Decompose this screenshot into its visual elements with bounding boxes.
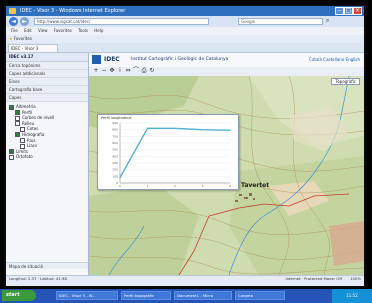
taskbar-item[interactable]: Carpeta	[235, 291, 285, 300]
chart-x-tick: 2	[174, 184, 176, 188]
address-input[interactable]: http://www.sigcat.cat/idec/	[34, 18, 209, 25]
taskbar: start IDEC - Visor 3 - W... Perfil topog…	[0, 289, 372, 303]
layer-tree: Altimetria Perfil Corbes de nivell Relle…	[6, 102, 88, 160]
chart-series-line	[119, 127, 231, 179]
browser-icon	[9, 8, 16, 14]
chart-y-tick: 700	[112, 134, 118, 138]
sidebar-section-layers[interactable]: Capes	[6, 94, 88, 102]
sidebar-section-tools[interactable]: Eines	[6, 78, 88, 86]
app-subtitle: Institut Cartogràfic i Geològic de Catal…	[131, 57, 229, 62]
menu-bar: File Edit View Favorites Tools Help	[6, 27, 364, 35]
forward-button[interactable]: ►	[20, 17, 29, 26]
language-links[interactable]: Català Castellano English	[309, 57, 360, 62]
chart-x-tick: 3	[202, 184, 204, 188]
zoom-level[interactable]: 100%	[350, 276, 361, 281]
status-right: Internet · Protected Mode: Off	[285, 276, 342, 281]
chart-y-tick: 900	[112, 121, 118, 125]
window-titlebar: IDEC - Visor 3 - Windows Internet Explor…	[6, 6, 364, 16]
print-icon[interactable]: ⎙	[141, 68, 147, 74]
search-icon[interactable]: ⌕	[326, 17, 329, 25]
measure-icon[interactable]: ⇔	[125, 68, 131, 74]
sidebar-section-search[interactable]: Cerca topònims	[6, 62, 88, 70]
menu-view[interactable]: View	[38, 28, 48, 33]
map-view[interactable]: Tavertet Topogràfic Perfil longitudinal …	[89, 76, 364, 275]
menu-tools[interactable]: Tools	[78, 28, 88, 33]
chart-x-tick: 0	[119, 184, 121, 188]
app-title: IDEC	[104, 56, 120, 63]
menu-help[interactable]: Help	[94, 28, 103, 33]
status-left: Longitud: 2.37 · Latitud: 41.98	[9, 276, 67, 281]
chart-x-tick: 1	[147, 184, 149, 188]
chart-axes	[119, 123, 230, 184]
profile-icon[interactable]: ⌒	[133, 68, 139, 74]
search-input[interactable]: Google	[238, 18, 323, 25]
tab-bar: IDEC - Visor 3 Page ▾ Safety ▾ Tools ▾	[6, 43, 364, 87]
layers-sidebar: IDEC v3.17 Cerca topònims Capes addicion…	[6, 53, 89, 275]
chart-point	[229, 129, 231, 131]
profile-chart-window[interactable]: Perfil longitudinal 0 100 200 300 400 500 600 7…	[97, 114, 239, 190]
sidebar-section-base[interactable]: Cartografia base	[6, 86, 88, 94]
favorites-button[interactable]: Favorites	[14, 36, 32, 41]
idec-logo	[92, 55, 101, 64]
start-button[interactable]: start	[2, 290, 36, 301]
checkbox[interactable]	[9, 104, 14, 110]
chart-y-tick: 400	[112, 154, 118, 158]
window-title: IDEC - Visor 3 - Windows Internet Explor…	[20, 8, 126, 14]
sidebar-section-extra-layers[interactable]: Capes addicionals	[6, 70, 88, 78]
checkbox[interactable]	[15, 132, 20, 138]
chart-point	[174, 127, 176, 129]
system-tray-clock: 11:52	[332, 289, 372, 303]
chart-y-tick: 600	[112, 141, 118, 145]
checkbox[interactable]	[9, 154, 14, 160]
refresh-icon[interactable]: ↻	[149, 68, 155, 74]
close-button[interactable]: ×	[353, 7, 362, 15]
chart-y-tick: 0	[116, 181, 118, 185]
star-icon[interactable]: ★	[9, 36, 13, 41]
profile-chart: 01002003004005006007008009000 1 2 3 4	[112, 121, 231, 188]
chart-x-tick: 4	[229, 184, 231, 188]
chart-y-tick: 300	[112, 161, 118, 165]
taskbar-item[interactable]: Document1 - Micro	[174, 291, 232, 300]
zoom-out-icon[interactable]: −	[101, 68, 107, 74]
maximize-button[interactable]: □	[344, 7, 353, 15]
chart-y-tick: 500	[112, 148, 118, 152]
sidebar-bottom-panel[interactable]: Mapa de situació	[6, 262, 88, 269]
menu-edit[interactable]: Edit	[24, 28, 32, 33]
tab-idec[interactable]: IDEC - Visor 3	[8, 44, 58, 52]
info-icon[interactable]: i	[117, 68, 123, 74]
chart-point	[201, 129, 204, 131]
chart-point	[119, 177, 121, 179]
favorites-bar: ★ Favorites	[6, 35, 364, 43]
checkbox[interactable]	[15, 115, 20, 121]
chart-y-tick: 200	[112, 168, 118, 172]
base-map-button[interactable]: Topogràfic	[331, 78, 360, 85]
browser-window: IDEC - Visor 3 - Windows Internet Explor…	[6, 6, 364, 286]
taskbar-item[interactable]: IDEC - Visor 3 - W...	[56, 291, 118, 300]
zoom-in-icon[interactable]: +	[93, 68, 99, 74]
chart-title: Perfil longitudinal	[101, 116, 132, 120]
menu-favorites[interactable]: Favorites	[54, 28, 72, 33]
minimize-button[interactable]: –	[335, 7, 344, 15]
map-place-label: Tavertet	[241, 182, 270, 189]
chart-point	[146, 127, 149, 129]
taskbar-item[interactable]: Perfil topogràfic	[121, 291, 171, 300]
address-bar-row: ◄ ► http://www.sigcat.cat/idec/ Google ⌕	[6, 16, 364, 27]
chart-y-tick: 100	[112, 174, 118, 178]
back-button[interactable]: ◄	[9, 17, 18, 26]
tree-item[interactable]: Ortofoto	[9, 154, 88, 160]
status-bar: Longitud: 2.37 · Latitud: 41.98 Internet…	[6, 275, 364, 286]
app-header: IDEC Institut Cartogràfic i Geològic de …	[89, 53, 364, 68]
chart-y-tick: 800	[112, 128, 118, 132]
menu-file[interactable]: File	[11, 28, 18, 33]
pan-icon[interactable]: ✥	[109, 68, 115, 74]
sidebar-header: IDEC v3.17	[6, 53, 88, 62]
